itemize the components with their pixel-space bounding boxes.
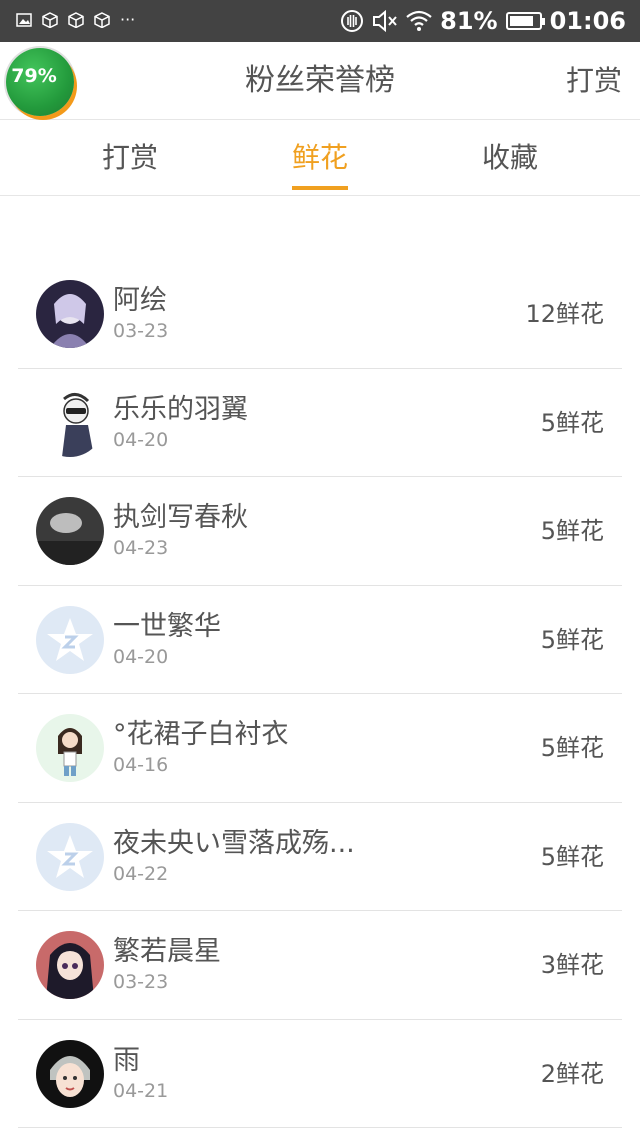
flower-count: 5鲜花 (540, 842, 604, 871)
tab-flowers[interactable]: 鲜花 (260, 120, 380, 196)
list-item[interactable]: 夜未央い雪落成殇... 04-22 5鲜花 (18, 803, 622, 911)
fan-name: 乐乐的羽翼 (113, 393, 248, 425)
fan-name: °花裙子白衬衣 (113, 719, 289, 750)
fan-name: 阿绘 (113, 285, 167, 316)
avatar (36, 388, 104, 457)
fan-date: 04-20 (113, 428, 169, 451)
flower-count: 3鲜花 (540, 951, 604, 979)
list-item[interactable]: 雨 04-21 2鲜花 (18, 1020, 622, 1128)
package-notification-icon (94, 12, 110, 28)
fan-date: 04-23 (113, 537, 169, 559)
battery-percent: 81% (440, 7, 498, 35)
wifi-icon (406, 10, 432, 31)
active-tab-indicator (292, 186, 348, 190)
package-notification-icon (68, 12, 84, 28)
flower-count: 5鲜花 (540, 625, 604, 654)
flower-count: 5鲜花 (540, 734, 604, 762)
avatar (36, 497, 104, 565)
status-bar: ··· 81% 01:06 (0, 0, 640, 42)
fan-list: 阿绘 03-23 12鲜花 乐乐的羽翼 04-20 5鲜花 执剑写春秋 04-2… (18, 260, 622, 1128)
default-avatar-icon (36, 822, 104, 891)
tab-tip[interactable]: 打赏 (70, 120, 190, 196)
avatar (36, 280, 104, 348)
list-item[interactable]: 繁若晨星 03-23 3鲜花 (18, 911, 622, 1020)
avatar (36, 931, 104, 999)
avatar (36, 714, 104, 782)
list-item[interactable]: °花裙子白衬衣 04-16 5鲜花 (18, 694, 622, 803)
default-avatar-icon (36, 605, 104, 674)
vibrate-icon (341, 10, 364, 32)
avatar (36, 1039, 104, 1108)
tab-favorites[interactable]: 收藏 (450, 120, 570, 196)
list-item[interactable]: 执剑写春秋 04-23 5鲜花 (18, 477, 622, 586)
battery-icon (505, 12, 545, 30)
fan-name: 一世繁华 (113, 610, 221, 642)
clock: 01:06 (549, 7, 626, 35)
fan-name: 执剑写春秋 (113, 502, 248, 533)
list-item[interactable]: 乐乐的羽翼 04-20 5鲜花 (18, 369, 622, 477)
tip-button[interactable]: 打赏 (566, 42, 622, 120)
image-notification-icon (16, 13, 32, 27)
fan-name: 繁若晨星 (113, 936, 221, 967)
fan-name: 雨 (113, 1044, 140, 1076)
flower-count: 12鲜花 (525, 300, 604, 328)
mute-icon (373, 9, 397, 33)
flower-count: 5鲜花 (540, 408, 604, 437)
page-title: 粉丝荣誉榜 (245, 63, 395, 98)
fan-date: 03-23 (113, 971, 169, 993)
tab-bar: 打赏 鲜花 收藏 (0, 120, 640, 196)
fan-date: 04-16 (113, 754, 169, 776)
list-item[interactable]: 阿绘 03-23 12鲜花 (18, 260, 622, 369)
fan-date: 04-20 (113, 645, 169, 668)
app-header: 79% 粉丝荣誉榜 打赏 (0, 42, 640, 120)
more-notifications-icon: ··· (120, 10, 136, 29)
fan-name: 夜未央い雪落成殇... (113, 827, 355, 859)
list-item[interactable]: 一世繁华 04-20 5鲜花 (18, 586, 622, 694)
package-notification-icon (42, 12, 58, 28)
fan-date: 03-23 (113, 320, 169, 342)
fan-date: 04-22 (113, 862, 169, 885)
flower-count: 2鲜花 (540, 1059, 604, 1088)
flower-count: 5鲜花 (540, 517, 604, 545)
fan-date: 04-21 (113, 1079, 169, 1102)
